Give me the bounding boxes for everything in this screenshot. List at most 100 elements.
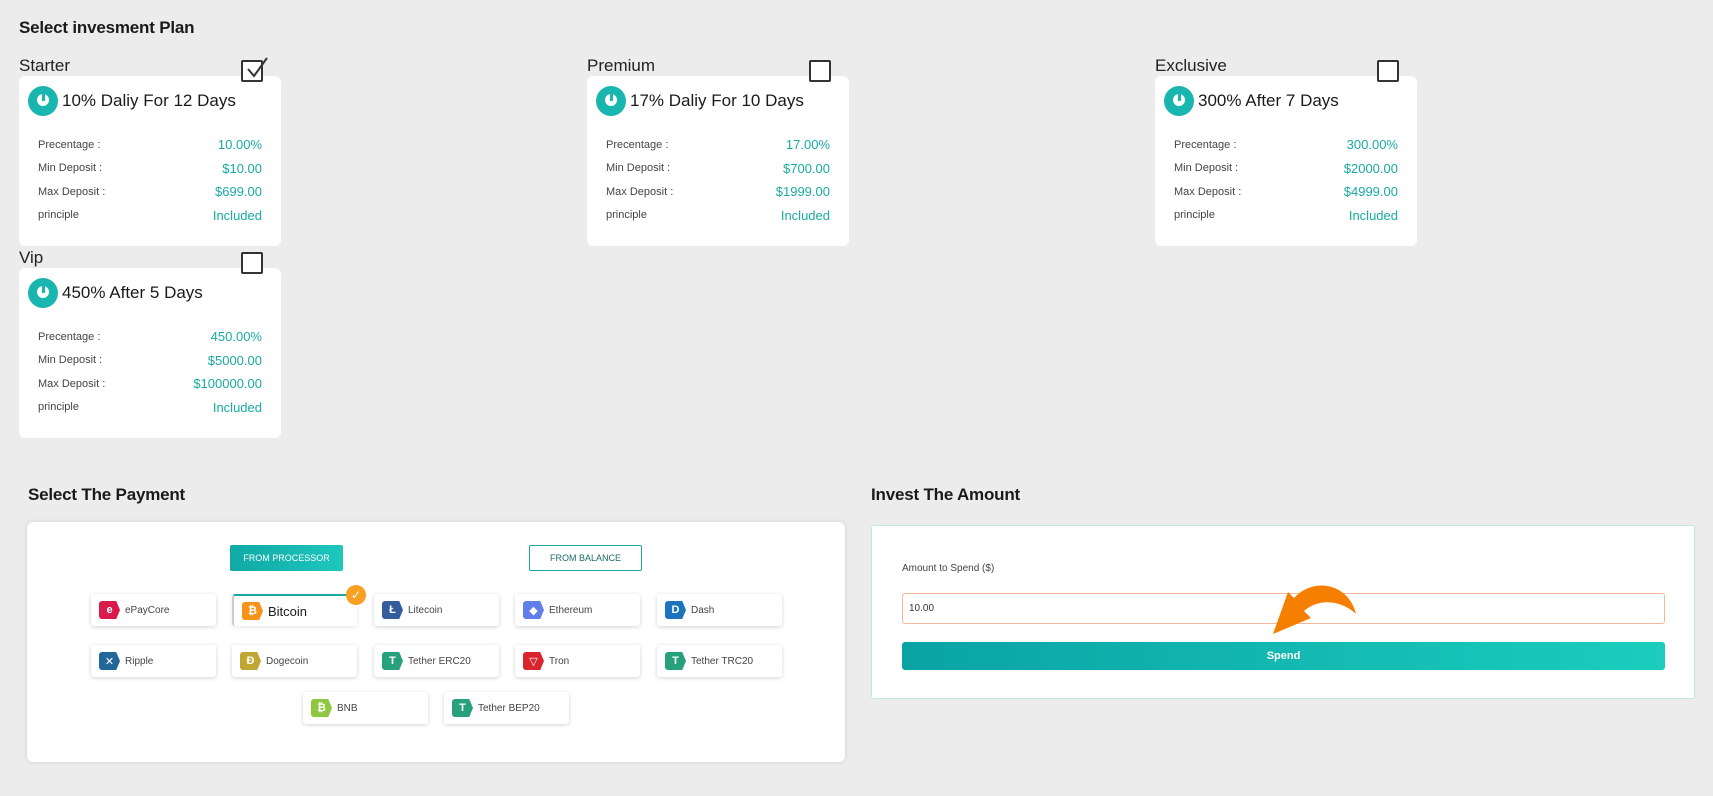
dogecoin-icon: Đ: [240, 652, 261, 670]
plan-row: Precentage : 10.00%: [38, 133, 262, 157]
power-icon: [596, 86, 626, 116]
ethereum-icon: ◆: [523, 601, 544, 619]
plan-row-value: Included: [212, 207, 262, 223]
power-icon: [1164, 86, 1194, 116]
plan-details: Precentage : 300.00% Min Deposit : $2000…: [1174, 133, 1398, 227]
plan-card[interactable]: 450% After 5 Days Precentage : 450.00% M…: [19, 268, 281, 438]
plan-row: Precentage : 450.00%: [38, 325, 262, 349]
plan-row-value: $10.00: [222, 160, 262, 176]
payment-option-tether-trc20[interactable]: T Tether TRC20: [657, 645, 782, 677]
payment-option-ethereum[interactable]: ◆ Ethereum: [515, 594, 640, 626]
plan-row-key: Precentage :: [38, 330, 101, 343]
plan-header: 450% After 5 Days: [28, 278, 203, 308]
plan-row: Min Deposit : $5000.00: [38, 349, 262, 373]
plan-row: Min Deposit : $700.00: [606, 157, 830, 181]
power-icon: [28, 278, 58, 308]
plan-row-key: Precentage :: [606, 138, 669, 151]
plan-row-key: Min Deposit :: [606, 162, 671, 175]
from-balance-button[interactable]: FROM BALANCE: [529, 545, 642, 571]
plan-title: 300% After 7 Days: [1198, 91, 1339, 110]
plan-row: principle Included: [1174, 204, 1398, 228]
plan-row-key: Precentage :: [38, 138, 101, 151]
invest-section-title: Invest The Amount: [871, 485, 1020, 504]
plan-row: Min Deposit : $2000.00: [1174, 157, 1398, 181]
plan-checkbox[interactable]: [1377, 60, 1399, 82]
plan-title: 17% Daliy For 10 Days: [630, 91, 804, 110]
plan-row-key: principle: [1174, 209, 1215, 222]
plan-name: Exclusive: [1155, 56, 1227, 75]
plan-row-key: Max Deposit :: [1174, 185, 1242, 198]
payment-option-label: Dash: [691, 604, 715, 616]
payment-option-label: ePayCore: [125, 604, 170, 616]
payment-option-label: Litecoin: [408, 604, 443, 616]
plan-checkbox[interactable]: [809, 60, 831, 82]
payment-option-label: BNB: [337, 702, 358, 714]
payment-option-label: Tether BEP20: [478, 702, 540, 714]
from-processor-button[interactable]: FROM PROCESSOR: [230, 545, 343, 571]
payment-option-tron[interactable]: ▽ Tron: [515, 645, 640, 677]
payment-option-ripple[interactable]: ✕ Ripple: [91, 645, 216, 677]
payment-section-title: Select The Payment: [28, 485, 186, 504]
payment-option-dogecoin[interactable]: Đ Dogecoin: [232, 645, 357, 677]
plan-row-value: $5000.00: [207, 352, 262, 368]
checkmark-icon: [247, 57, 268, 78]
plan-row-value: 450.00%: [210, 329, 262, 345]
plan-header: 17% Daliy For 10 Days: [596, 86, 804, 116]
bnb-icon: ₿: [311, 699, 332, 717]
plan-row-key: Precentage :: [1174, 138, 1237, 151]
bitcoin-icon: ₿: [242, 602, 263, 620]
payment-option-label: Bitcoin: [268, 603, 308, 619]
plan-section-title: Select invesment Plan: [19, 18, 195, 37]
plan-row-value: $2000.00: [1343, 160, 1398, 176]
plan-checkbox[interactable]: [241, 57, 268, 82]
plan-details: Precentage : 450.00% Min Deposit : $5000…: [38, 325, 262, 419]
tether-icon: T: [452, 699, 473, 717]
plan-title: 450% After 5 Days: [62, 283, 203, 302]
payment-option-bitcoin[interactable]: ₿ Bitcoin ✓: [232, 585, 366, 626]
payment-option-dash[interactable]: D Dash: [657, 594, 782, 626]
litecoin-icon: Ł: [382, 601, 403, 619]
plan-name: Premium: [587, 56, 656, 75]
payment-option-bnb[interactable]: ₿ BNB: [303, 692, 428, 724]
plan-row: principle Included: [606, 204, 830, 228]
plan-header: 300% After 7 Days: [1164, 86, 1339, 116]
payment-option-tether-bep20[interactable]: T Tether BEP20: [444, 692, 569, 724]
plan-row-value: $699.00: [215, 184, 262, 200]
payment-option-epaycore[interactable]: e ePayCore: [91, 594, 216, 626]
plan-card[interactable]: 300% After 7 Days Precentage : 300.00% M…: [1155, 76, 1417, 246]
payment-option-tether-erc20[interactable]: T Tether ERC20: [374, 645, 499, 677]
plan-details: Precentage : 17.00% Min Deposit : $700.0…: [606, 133, 830, 227]
plan-row-value: Included: [780, 207, 830, 223]
plan-checkbox[interactable]: [241, 252, 263, 274]
plan-row-key: Min Deposit :: [38, 354, 103, 367]
plan-row-value: $100000.00: [193, 376, 262, 392]
spend-button[interactable]: Spend: [902, 642, 1665, 670]
plan-row: Max Deposit : $4999.00: [1174, 180, 1398, 204]
amount-label: Amount to Spend ($): [902, 563, 995, 574]
plan-row: principle Included: [38, 204, 262, 228]
ripple-icon: ✕: [99, 652, 120, 670]
power-icon: [28, 86, 58, 116]
plan-row-key: principle: [606, 209, 647, 222]
plan-row: Precentage : 300.00%: [1174, 133, 1398, 157]
payment-option-label: Ethereum: [549, 604, 593, 616]
plan-row-value: 10.00%: [217, 137, 262, 153]
plan-row-value: $4999.00: [1343, 184, 1398, 200]
tether-icon: T: [665, 652, 686, 670]
payment-option-label: Dogecoin: [266, 655, 309, 667]
plan-card[interactable]: 17% Daliy For 10 Days Precentage : 17.00…: [587, 76, 849, 246]
plan-card[interactable]: 10% Daliy For 12 Days Precentage : 10.00…: [19, 76, 281, 246]
payment-option-label: Ripple: [125, 655, 154, 667]
plan-row: Max Deposit : $1999.00: [606, 180, 830, 204]
plan-row-value: $1999.00: [775, 184, 830, 200]
plan-row: Max Deposit : $100000.00: [38, 372, 262, 396]
plan-row: Max Deposit : $699.00: [38, 180, 262, 204]
plan-row-value: 17.00%: [785, 137, 830, 153]
payment-option-litecoin[interactable]: Ł Litecoin: [374, 594, 499, 626]
plan-title: 10% Daliy For 12 Days: [62, 91, 236, 110]
plan-row-value: Included: [1348, 207, 1398, 223]
plan-row-key: Max Deposit :: [606, 185, 674, 198]
plan-row-value: $700.00: [783, 160, 830, 176]
plan-row: principle Included: [38, 396, 262, 420]
plan-row-value: Included: [212, 399, 262, 415]
